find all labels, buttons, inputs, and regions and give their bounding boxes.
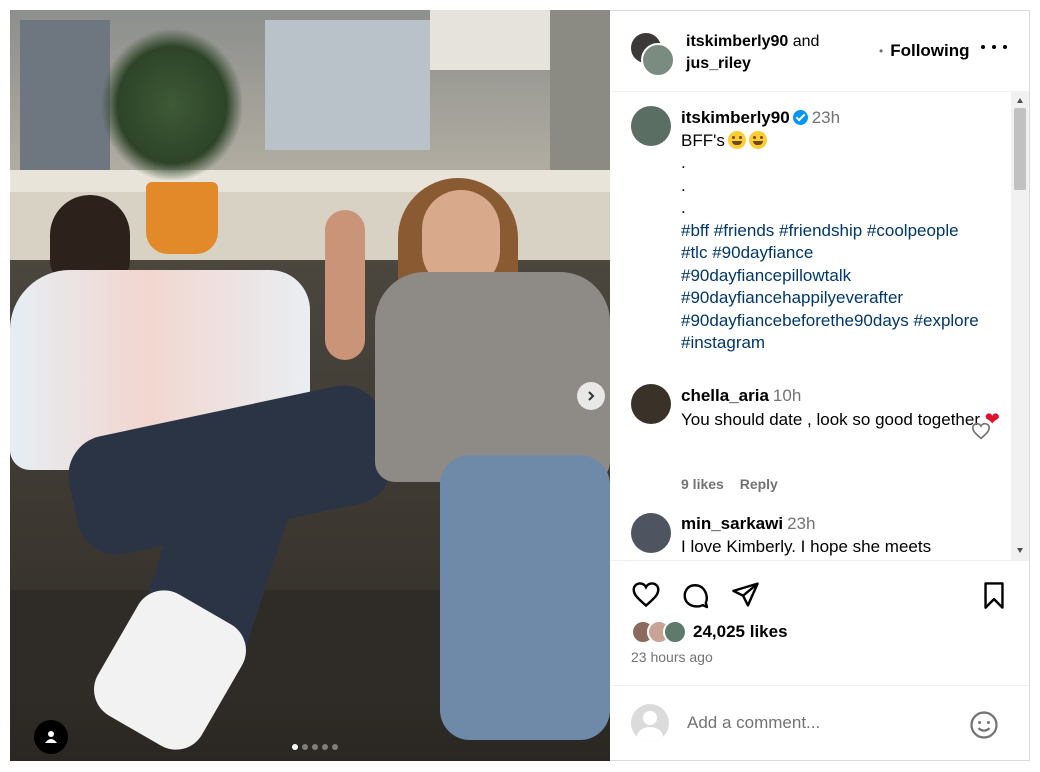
avatar (641, 43, 675, 77)
separator-dot: • (879, 44, 884, 58)
comment-text: I love Kimberly. I hope she meets (681, 536, 932, 556)
avatar[interactable] (631, 513, 671, 553)
more-icon[interactable] (981, 39, 1007, 55)
hashtag[interactable]: #bff (681, 221, 709, 240)
post-photo (10, 10, 610, 761)
hashtag[interactable]: #90dayfiancehappilyeverafter (681, 288, 903, 307)
carousel-indicator (292, 744, 338, 750)
chevron-right-icon (588, 391, 595, 401)
woman-arm (325, 210, 365, 360)
hashtag[interactable]: #90dayfiancebeforethe90days (681, 311, 909, 330)
avatar[interactable] (631, 384, 671, 424)
carousel-dot (322, 744, 328, 750)
comment-composer (611, 685, 1029, 761)
hashtag[interactable]: #coolpeople (867, 221, 959, 240)
carousel-dot (302, 744, 308, 750)
avatar (663, 620, 687, 644)
woman-shirt (375, 272, 610, 482)
hashtag[interactable]: #tlc (681, 243, 707, 262)
likes-count[interactable]: 24,025 likes (693, 622, 788, 642)
hashtag[interactable]: #90dayfiance (712, 243, 813, 262)
heart-icon[interactable] (971, 422, 991, 440)
action-bar (611, 560, 1029, 617)
scroll-down-arrow[interactable] (1017, 548, 1023, 553)
caption-dot: . (681, 153, 686, 172)
woman-jeans (440, 455, 610, 740)
collab-username[interactable]: jus_riley (686, 55, 751, 72)
emoji-icon[interactable] (969, 710, 999, 740)
comments-area: itskimberly90 23h BFF's . . . #bff #frien… (611, 92, 1029, 560)
heart-icon[interactable] (631, 581, 661, 608)
caption-text: BFF's (681, 130, 725, 150)
hashtag[interactable]: #friendship (779, 221, 862, 240)
window-curtain (20, 20, 110, 180)
carousel-dot (292, 744, 298, 750)
collab-avatars[interactable] (629, 31, 675, 77)
hashtag[interactable]: #instagram (681, 333, 765, 352)
caption-username[interactable]: itskimberly90 (681, 108, 790, 127)
scroll-up-arrow[interactable] (1017, 98, 1023, 103)
bookmark-icon[interactable] (981, 581, 1007, 610)
avatar[interactable] (631, 106, 671, 146)
hashtag[interactable]: #90dayfiancepillowtalk (681, 266, 851, 285)
comment-username[interactable]: min_sarkawi (681, 514, 783, 533)
user-tag-button[interactable] (34, 720, 68, 754)
comment: chella_aria 10h You should date , look so… (681, 385, 1001, 431)
hashtag[interactable]: #explore (914, 311, 979, 330)
window (265, 20, 430, 150)
comment-icon[interactable] (681, 581, 710, 610)
scrollbar[interactable] (1011, 92, 1029, 560)
plant-leaves (102, 30, 242, 180)
likes-row[interactable]: 24,025 likes (631, 619, 788, 645)
following-button[interactable]: • Following (879, 41, 970, 61)
caption-time: 23h (811, 108, 841, 127)
following-label: Following (890, 41, 970, 60)
collab-conj: and (792, 33, 820, 50)
carousel-dot (312, 744, 318, 750)
comment-likes[interactable]: 9 likes (681, 476, 724, 492)
verified-icon (792, 110, 808, 125)
caption-dot: . (681, 175, 686, 195)
next-photo-button[interactable] (577, 382, 605, 410)
caption: itskimberly90 23h BFF's . . . #bff #frien… (681, 107, 1001, 355)
comment-meta: 9 likes Reply (681, 476, 790, 492)
comment-text: You should date , look so good together (681, 409, 980, 429)
cabinet (430, 10, 570, 70)
author-username[interactable]: itskimberly90 (686, 33, 788, 50)
grin-emoji-icon (748, 130, 767, 149)
user-tag-icon (45, 731, 57, 743)
smile-emoji-icon (727, 130, 746, 149)
hashtag[interactable]: #friends (714, 221, 774, 240)
reply-button[interactable]: Reply (740, 476, 778, 492)
carousel-dot (332, 744, 338, 750)
orange-pot (146, 182, 218, 254)
scrollbar-thumb[interactable] (1014, 108, 1026, 190)
comment-time: 10h (772, 386, 802, 405)
post-timestamp[interactable]: 23 hours ago (631, 649, 713, 665)
collab-names: itskimberly90 and jus_riley (686, 31, 819, 75)
comment-input[interactable] (685, 712, 949, 734)
comment: min_sarkawi 23h I love Kimberly. I hope s… (681, 513, 1001, 558)
share-icon[interactable] (731, 581, 760, 608)
countertop (10, 170, 610, 192)
post-side-panel: itskimberly90 and jus_riley • Following … (611, 11, 1029, 760)
comment-time: 23h (787, 514, 816, 533)
caption-dot: . (681, 198, 686, 217)
comment-username[interactable]: chella_aria (681, 386, 769, 405)
post-header: itskimberly90 and jus_riley • Following (611, 11, 1029, 92)
avatar (631, 704, 669, 742)
